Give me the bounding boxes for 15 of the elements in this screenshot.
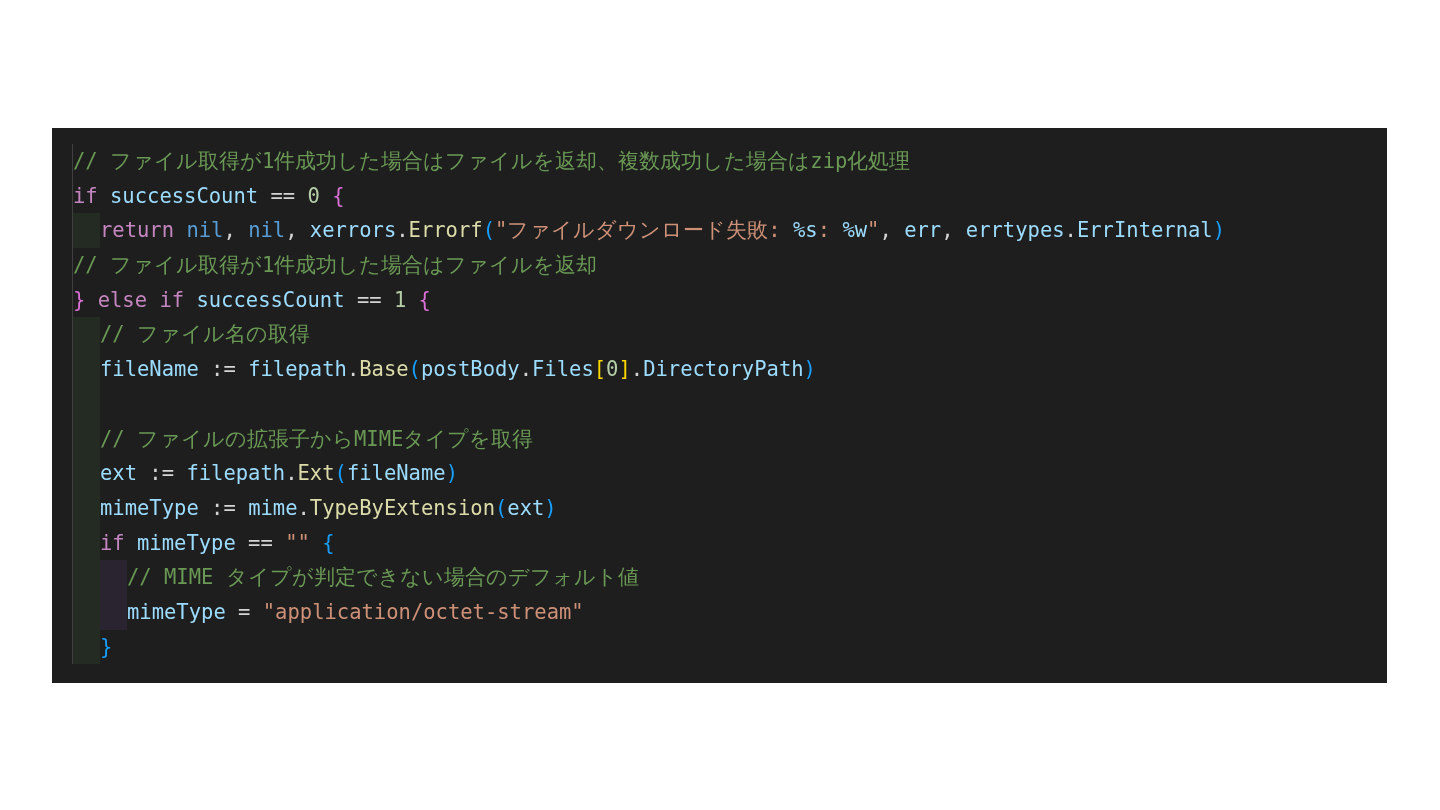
code-comment: // ファイルの拡張子からMIMEタイプを取得	[100, 425, 534, 453]
code-comment: // ファイル取得が1件成功した場合はファイルを返却、複数成功した場合はzip化処理	[73, 148, 911, 175]
code-line: mimeType := mime.TypeByExtension(ext)	[100, 494, 557, 522]
code-line: if mimeType == "" {	[100, 529, 335, 557]
code-line: fileName := filepath.Base(postBody.Files[0].DirectoryPath)	[100, 356, 816, 384]
code-comment: // MIME タイプが判定できない場合のデフォルト値	[127, 564, 639, 592]
code-line: ext := filepath.Ext(fileName)	[100, 460, 458, 488]
code-comment: // ファイル名の取得	[100, 321, 311, 349]
code-line: if successCount == 0 {	[73, 182, 345, 210]
code-comment: // ファイル取得が1件成功した場合はファイルを返却	[73, 252, 598, 280]
code-line: mimeType = "application/octet-stream"	[127, 598, 584, 626]
indent-highlight	[73, 213, 100, 249]
code-line: } else if successCount == 1 {	[73, 286, 431, 314]
code-line: }	[100, 633, 113, 661]
code-line: return nil, nil, xerrors.Errorf("ファイルダウンロード失敗: %s: %w", err, errtypes.ErrInternal)	[100, 217, 1226, 245]
